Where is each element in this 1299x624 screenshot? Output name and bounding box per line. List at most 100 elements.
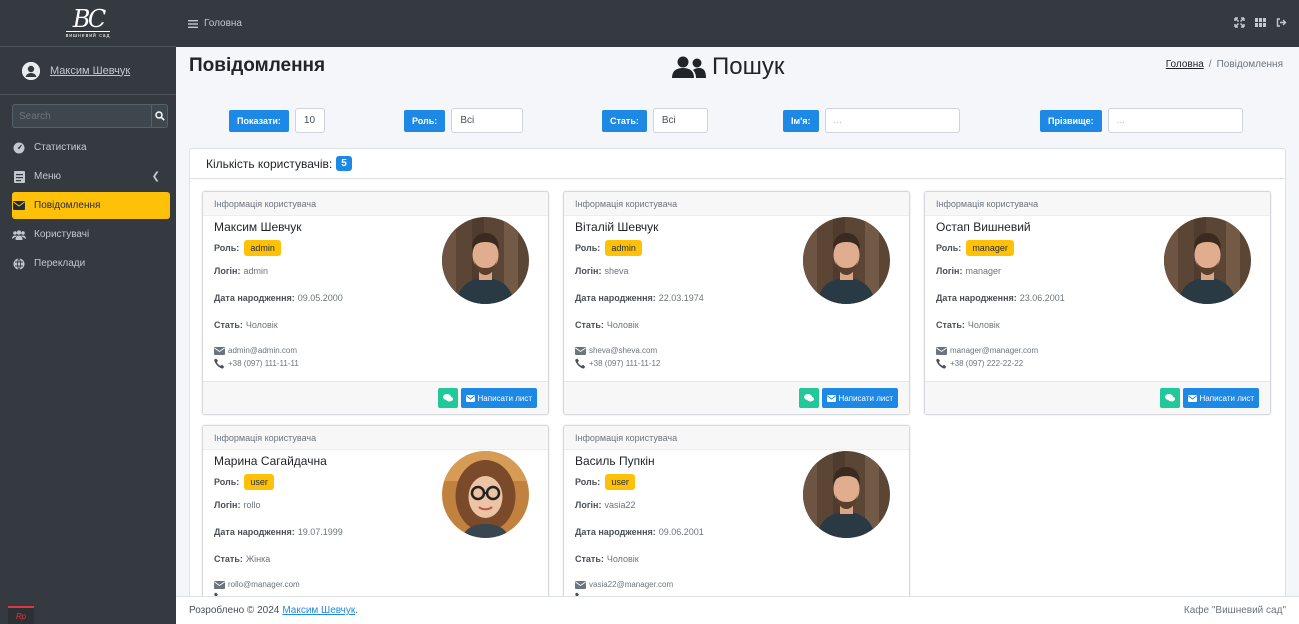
name-input[interactable]: ... [824,108,960,133]
expand-icon[interactable] [1234,17,1245,28]
filter-role: Роль: Всі [404,108,524,133]
user-sex: Жінка [245,554,271,564]
user-contacts: sheva@sheva.com +38 (097) 111-11-12 [575,346,898,369]
write-letter-label: Написати лист [1199,393,1254,403]
topbar-actions [1234,17,1287,28]
phone-icon [936,358,947,369]
chat-button[interactable] [798,388,819,408]
user-email-row: admin@admin.com [214,346,537,355]
footer-author-suffix: . [355,605,359,616]
sidebar-item-messages[interactable]: Повідомлення [12,192,170,219]
grid-icon[interactable] [1255,17,1266,28]
chat-button[interactable] [1159,388,1180,408]
topbar: Головна [176,0,1299,47]
show-count-select[interactable]: 10 [294,108,325,133]
envelope-icon [12,201,26,210]
filter-role-label: Роль: [404,109,446,132]
footer-cafe-name: Кафе "Вишневий сад" [1183,605,1286,616]
surname-input[interactable]: ... [1107,108,1243,133]
sidebar-footer-logo: Rp [8,606,34,624]
write-letter-button[interactable]: Написати лист [1182,388,1259,408]
user-login: manager [965,266,1002,276]
breadcrumb-home-link[interactable]: Головна [1166,59,1204,70]
user-sex-row: Стать: Чоловік [214,320,537,330]
user-sex-row: Стать: Жінка [214,554,537,564]
user-sex: Чоловік [245,320,278,330]
user-photo [442,451,529,538]
role-label: Роль: [214,477,240,487]
user-email[interactable]: admin@admin.com [228,346,297,355]
filter-surname-label: Прізвище: [1040,109,1102,132]
comments-icon [442,394,453,402]
user-card: Інформація користувача Марина Сагайдачна Р… [202,425,549,596]
user-contacts: admin@admin.com +38 (097) 111-11-11 [214,346,537,369]
role-label: Роль: [936,243,962,253]
user-phone-row: +38 (097) 111-11-11 [214,358,537,369]
footer-developed: Розроблено © 2024 [189,605,280,616]
user-email[interactable]: vasia22@manager.com [589,580,673,589]
user-card-footer: Написати лист [203,381,548,414]
brand-logo-subtitle: вишневий сад [65,30,111,39]
user-card-footer: Написати лист [564,381,909,414]
user-card-header: Інформація користувача [203,192,548,216]
user-email-row: vasia22@manager.com [575,580,898,589]
write-letter-button[interactable]: Написати лист [460,388,537,408]
envelope-icon [214,346,225,355]
topbar-home-link[interactable]: Головна [204,18,242,29]
sidebar-search [12,104,168,128]
birth-label: Дата народження: [214,293,295,303]
user-phone: +38 (097) 111-11-11 [228,359,299,368]
sidebar-item-menu[interactable]: Меню ❮ [12,163,170,190]
sidebar-user-name[interactable]: Максим Шевчук [50,65,130,77]
user-photo [803,217,890,304]
user-card-body: Марина Сагайдачна Роль: user Логін: rollo Дат… [203,450,548,596]
sex-label: Стать: [575,554,604,564]
user-card-header: Інформація користувача [925,192,1270,216]
brand-logo[interactable]: BC вишневий сад [60,4,116,42]
user-birth: 19.07.1999 [297,527,343,537]
brand[interactable]: BC вишневий сад [0,0,176,47]
user-login: vasia22 [604,500,636,510]
footer-author-link[interactable]: Максим Шевчук [282,605,355,616]
birth-label: Дата народження: [214,527,295,537]
menu-toggle-button[interactable]: Головна [188,18,242,29]
role-select[interactable]: Всі [451,108,524,133]
users-count-badge: 5 [336,156,352,171]
users-icon [12,229,26,240]
write-letter-label: Написати лист [477,393,532,403]
users-panel: Кількість користувачів: 5 Інформація кор… [189,148,1286,596]
user-phone: +38 (097) 222-22-22 [950,359,1024,368]
sidebar-item-statistics[interactable]: Статистика [12,134,170,161]
user-card: Інформація користувача Віталій Шевчук Роль… [563,191,910,415]
user-email[interactable]: manager@manager.com [950,346,1038,355]
user-login: sheva [604,266,629,276]
user-email[interactable]: rollo@manager.com [228,580,300,589]
role-label: Роль: [575,477,601,487]
envelope-icon [465,394,475,402]
login-label: Логін: [575,266,602,276]
search-title: Пошук [672,53,784,81]
sidebar-item-translations[interactable]: Переклади [12,250,170,277]
logout-icon[interactable] [1276,17,1287,28]
user-contacts: vasia22@manager.com [575,580,898,596]
sidebar-item-users[interactable]: Користувачі [12,221,170,248]
avatar[interactable] [22,61,40,80]
write-letter-button[interactable]: Написати лист [821,388,898,408]
gauge-icon [12,142,26,154]
role-badge: user [605,474,635,490]
sex-select[interactable]: Всі [652,108,708,133]
users-count-label: Кількість користувачів: [206,156,333,171]
filter-sex: Стать: Всі [602,108,708,133]
login-label: Логін: [214,500,241,510]
search-input[interactable] [12,104,151,128]
user-photo [1164,217,1251,304]
chat-button[interactable] [437,388,458,408]
user-email[interactable]: sheva@sheva.com [589,346,657,355]
user-card-footer: Написати лист [925,381,1270,414]
phone-icon [214,358,225,369]
user-contacts: manager@manager.com +38 (097) 222-22-22 [936,346,1259,369]
envelope-icon [214,580,225,589]
filter-name: Ім'я: ... [783,108,960,133]
search-button[interactable] [151,104,168,128]
role-badge: admin [244,240,281,256]
